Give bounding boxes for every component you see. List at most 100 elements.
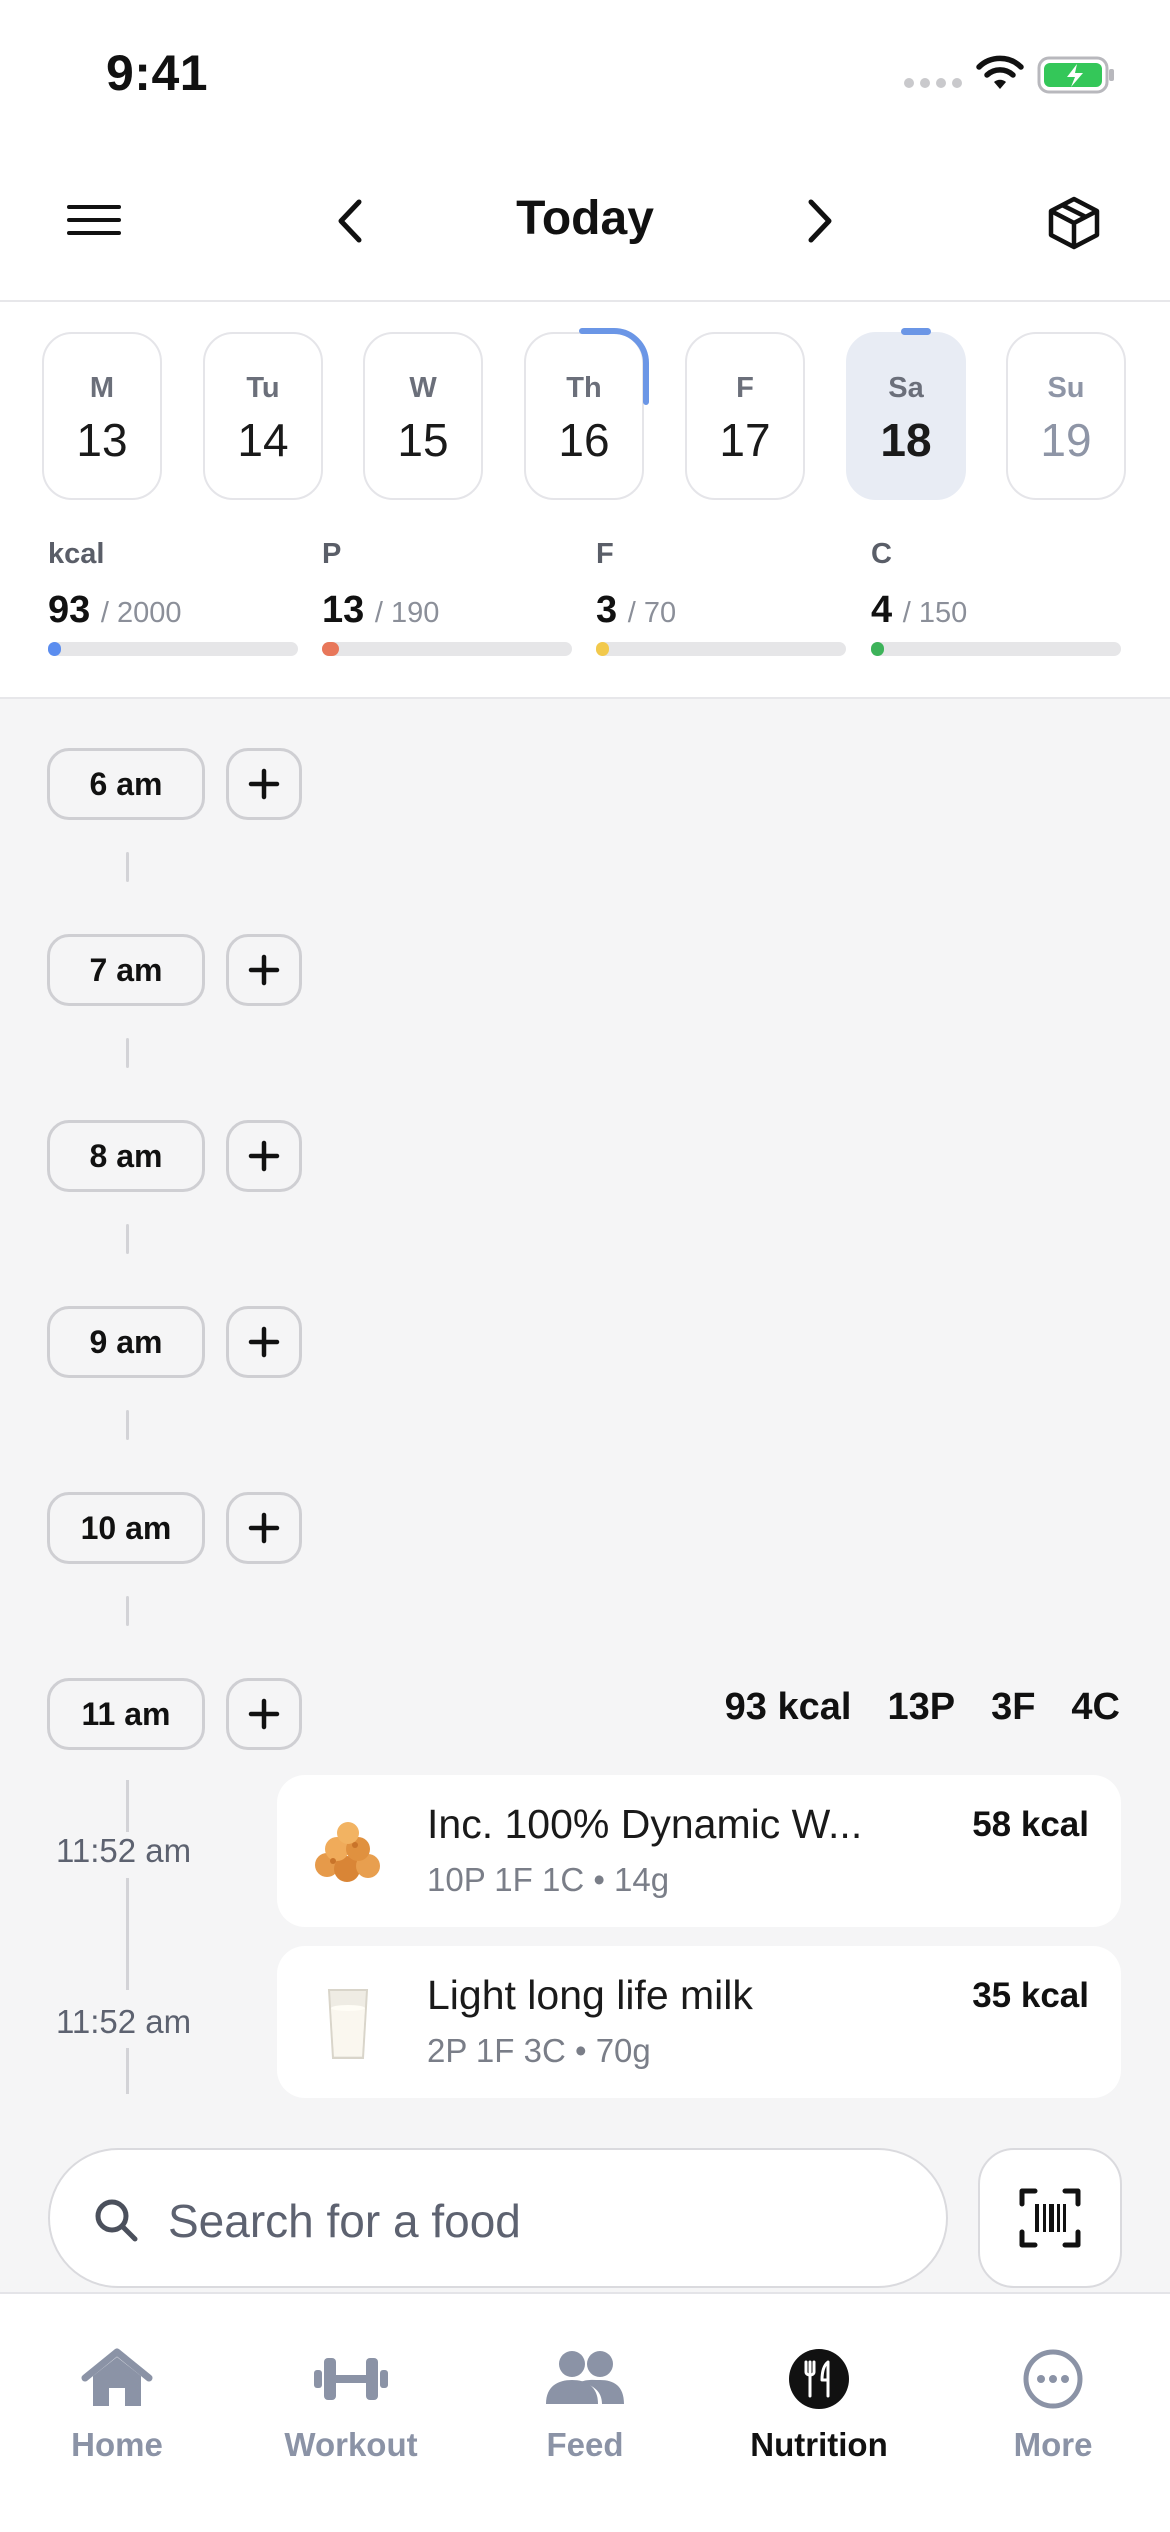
macro-label: kcal: [48, 538, 105, 570]
timeline-connector: [126, 1410, 129, 1440]
macro-value: 3: [596, 589, 618, 631]
macro-value: 93: [48, 589, 91, 631]
day-saturday-selected[interactable]: Sa 18: [846, 332, 966, 500]
timeline-connector: [126, 1878, 129, 1990]
day-name: F: [736, 372, 754, 404]
food-entry-card[interactable]: Inc. 100% Dynamic W... 10P 1F 1C • 14g 5…: [277, 1775, 1121, 1927]
add-food-9am-button[interactable]: [226, 1306, 302, 1378]
home-icon: [81, 2348, 153, 2406]
header-divider: [0, 300, 1170, 302]
macro-progress-fill: [322, 642, 339, 656]
day-name: W: [409, 372, 437, 404]
add-food-8am-button[interactable]: [226, 1120, 302, 1192]
add-food-11am-button[interactable]: [226, 1678, 302, 1750]
package-button[interactable]: [1042, 192, 1106, 254]
package-icon: [1048, 196, 1100, 250]
tab-feed[interactable]: Feed: [468, 2348, 702, 2464]
search-bar-area: Search for a food: [0, 2128, 1170, 2292]
macro-value: 13: [322, 589, 365, 631]
day-wednesday[interactable]: W 15: [363, 332, 483, 500]
entry-time: 11:52 am: [56, 2003, 192, 2040]
tab-workout[interactable]: Workout: [234, 2348, 468, 2464]
people-icon: [546, 2351, 624, 2404]
next-day-button[interactable]: [792, 192, 848, 250]
hour-label-9am[interactable]: 9 am: [47, 1306, 205, 1378]
wifi-icon: [976, 55, 1024, 89]
macro-goal: / 150: [902, 597, 968, 629]
macro-progress-bar: [48, 642, 298, 656]
summary-carbs: 4C: [1071, 1686, 1120, 1728]
day-friday[interactable]: F 17: [685, 332, 805, 500]
day-date: 16: [558, 414, 610, 466]
tab-label: Feed: [546, 2426, 624, 2463]
hour-label-10am[interactable]: 10 am: [47, 1492, 205, 1564]
day-sunday[interactable]: Su 19: [1006, 332, 1126, 500]
tab-more[interactable]: More: [936, 2348, 1170, 2464]
macro-goal: / 190: [374, 597, 440, 629]
tab-nutrition[interactable]: Nutrition: [702, 2348, 936, 2464]
add-food-10am-button[interactable]: [226, 1492, 302, 1564]
macros-divider: [0, 697, 1170, 699]
day-date: 14: [237, 414, 289, 466]
timeline-connector: [126, 1780, 129, 1832]
protein-bites-image: [315, 1822, 380, 1882]
chevron-right-icon: [808, 199, 832, 243]
add-food-6am-button[interactable]: [226, 748, 302, 820]
macro-progress-fill: [871, 642, 884, 656]
day-name: Tu: [246, 372, 280, 404]
macro-label: F: [596, 538, 614, 570]
hour-summary: 93 kcal 13P 3F 4C: [725, 1686, 1120, 1729]
macro-fat: F 3 / 70: [596, 538, 846, 656]
day-monday[interactable]: M 13: [42, 332, 162, 500]
battery-charging-icon: [1037, 56, 1114, 94]
barcode-scan-icon: [1019, 2188, 1081, 2248]
dumbbell-icon: [314, 2358, 388, 2400]
tab-label: More: [1013, 2426, 1093, 2463]
plus-icon: [248, 1512, 280, 1544]
tab-label: Home: [71, 2426, 163, 2463]
macro-value: 4: [871, 589, 893, 631]
plus-icon: [248, 1140, 280, 1172]
timeline-connector: [126, 852, 129, 882]
hour-label-8am[interactable]: 8 am: [47, 1120, 205, 1192]
day-progress-ring: [579, 328, 649, 405]
day-name: M: [89, 372, 115, 404]
add-food-7am-button[interactable]: [226, 934, 302, 1006]
summary-fat: 3F: [991, 1686, 1036, 1728]
macro-label: P: [322, 538, 342, 570]
day-date: 13: [76, 414, 128, 466]
hour-label-7am[interactable]: 7 am: [47, 934, 205, 1006]
hour-label-6am[interactable]: 6 am: [47, 748, 205, 820]
fork-knife-icon: [789, 2349, 849, 2409]
day-name: Sa: [888, 372, 924, 404]
search-placeholder: Search for a food: [168, 2195, 521, 2247]
status-time: 9:41: [106, 45, 209, 101]
more-icon: [1023, 2349, 1083, 2409]
macro-goal: / 2000: [100, 597, 182, 629]
timeline-connector: [126, 1038, 129, 1068]
macro-kcal: kcal 93 / 2000: [48, 538, 298, 656]
plus-icon: [248, 954, 280, 986]
timeline-connector: [126, 1596, 129, 1626]
search-input[interactable]: Search for a food: [48, 2148, 948, 2288]
timeline-connector: [126, 1224, 129, 1254]
macro-carbs: C 4 / 150: [871, 538, 1121, 656]
cellular-signal-icon: [904, 78, 962, 88]
day-tuesday[interactable]: Tu 14: [203, 332, 323, 500]
day-date: 18: [880, 414, 932, 466]
tab-bar: Home Workout Feed Nutrition More: [0, 2292, 1170, 2532]
day-date: 19: [1040, 414, 1092, 466]
macro-progress-bar: [596, 642, 846, 656]
tab-label: Nutrition: [750, 2426, 888, 2463]
summary-protein: 13P: [887, 1686, 956, 1728]
day-name: Su: [1047, 372, 1085, 404]
food-entry-card[interactable]: Light long life milk 2P 1F 3C • 70g 35 k…: [277, 1946, 1121, 2098]
barcode-scan-button[interactable]: [978, 2148, 1122, 2288]
milk-glass-image: [327, 1989, 369, 2059]
tab-home[interactable]: Home: [0, 2348, 234, 2464]
tab-label: Workout: [284, 2426, 418, 2463]
entry-time: 11:52 am: [56, 1832, 192, 1869]
food-macros: 10P 1F 1C • 14g: [427, 1861, 670, 1898]
hour-label-11am[interactable]: 11 am: [47, 1678, 205, 1750]
plus-icon: [248, 768, 280, 800]
